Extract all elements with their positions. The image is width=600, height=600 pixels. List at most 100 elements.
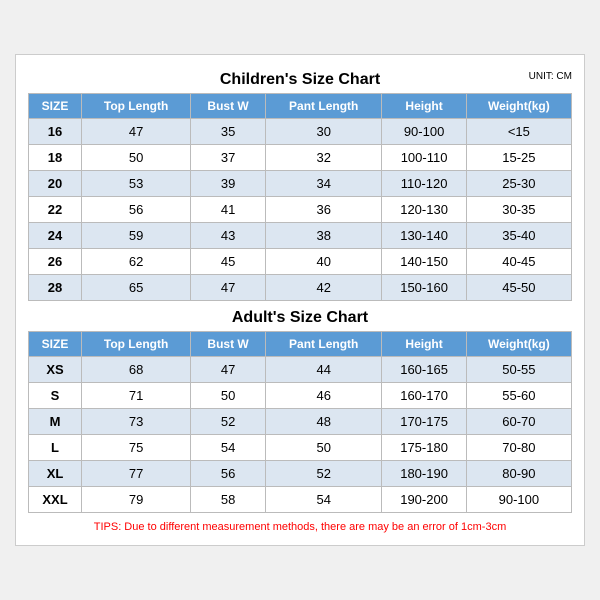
table-cell: 45-50 xyxy=(466,275,571,301)
col-header-top-length: Top Length xyxy=(82,94,191,119)
children-title-text: Children's Size Chart xyxy=(220,71,380,88)
table-cell: 30 xyxy=(265,119,381,145)
table-cell: 32 xyxy=(265,145,381,171)
table-cell: 40-45 xyxy=(466,249,571,275)
table-cell: 77 xyxy=(82,461,191,487)
table-cell: 50 xyxy=(191,383,266,409)
table-row: XS684744160-16550-55 xyxy=(29,357,572,383)
table-cell: 54 xyxy=(265,487,381,513)
table-cell: M xyxy=(29,409,82,435)
table-cell: 54 xyxy=(191,435,266,461)
table-cell: 47 xyxy=(191,275,266,301)
table-cell: 28 xyxy=(29,275,82,301)
table-cell: 175-180 xyxy=(382,435,466,461)
table-row: 22564136120-13030-35 xyxy=(29,197,572,223)
table-row: 24594338130-14035-40 xyxy=(29,223,572,249)
table-row: M735248170-17560-70 xyxy=(29,409,572,435)
table-cell: 58 xyxy=(191,487,266,513)
table-cell: 26 xyxy=(29,249,82,275)
table-cell: XXL xyxy=(29,487,82,513)
table-cell: 18 xyxy=(29,145,82,171)
table-cell: S xyxy=(29,383,82,409)
table-cell: 35-40 xyxy=(466,223,571,249)
children-header-row: SIZE Top Length Bust W Pant Length Heigh… xyxy=(29,94,572,119)
table-cell: 24 xyxy=(29,223,82,249)
col-header-height: Height xyxy=(382,94,466,119)
table-cell: 36 xyxy=(265,197,381,223)
table-cell: 40 xyxy=(265,249,381,275)
table-cell: 43 xyxy=(191,223,266,249)
adult-col-header-top-length: Top Length xyxy=(82,332,191,357)
adult-size-table: SIZE Top Length Bust W Pant Length Heigh… xyxy=(28,331,572,513)
col-header-size: SIZE xyxy=(29,94,82,119)
table-cell: 20 xyxy=(29,171,82,197)
table-row: 18503732100-11015-25 xyxy=(29,145,572,171)
table-cell: 90-100 xyxy=(466,487,571,513)
col-header-weight: Weight(kg) xyxy=(466,94,571,119)
adult-col-header-pant-length: Pant Length xyxy=(265,332,381,357)
table-cell: 150-160 xyxy=(382,275,466,301)
table-cell: 55-60 xyxy=(466,383,571,409)
children-size-table: SIZE Top Length Bust W Pant Length Heigh… xyxy=(28,93,572,301)
table-cell: 100-110 xyxy=(382,145,466,171)
table-row: L755450175-18070-80 xyxy=(29,435,572,461)
table-cell: 46 xyxy=(265,383,381,409)
table-row: 20533934110-12025-30 xyxy=(29,171,572,197)
col-header-bust-w: Bust W xyxy=(191,94,266,119)
table-cell: 52 xyxy=(265,461,381,487)
table-cell: 120-130 xyxy=(382,197,466,223)
table-cell: 170-175 xyxy=(382,409,466,435)
table-cell: 50 xyxy=(82,145,191,171)
table-cell: 22 xyxy=(29,197,82,223)
table-cell: 56 xyxy=(82,197,191,223)
table-row: 28654742150-16045-50 xyxy=(29,275,572,301)
table-cell: 70-80 xyxy=(466,435,571,461)
table-cell: 42 xyxy=(265,275,381,301)
table-cell: 56 xyxy=(191,461,266,487)
table-cell: 52 xyxy=(191,409,266,435)
table-cell: 53 xyxy=(82,171,191,197)
adult-col-header-bust-w: Bust W xyxy=(191,332,266,357)
table-cell: L xyxy=(29,435,82,461)
adult-title: Adult's Size Chart xyxy=(28,301,572,331)
table-cell: 62 xyxy=(82,249,191,275)
table-cell: 110-120 xyxy=(382,171,466,197)
table-cell: 47 xyxy=(191,357,266,383)
table-row: 1647353090-100<15 xyxy=(29,119,572,145)
table-cell: 68 xyxy=(82,357,191,383)
col-header-pant-length: Pant Length xyxy=(265,94,381,119)
table-cell: 41 xyxy=(191,197,266,223)
table-cell: 37 xyxy=(191,145,266,171)
table-cell: 71 xyxy=(82,383,191,409)
table-cell: 65 xyxy=(82,275,191,301)
table-cell: XS xyxy=(29,357,82,383)
table-cell: 75 xyxy=(82,435,191,461)
adult-col-header-size: SIZE xyxy=(29,332,82,357)
adult-col-header-height: Height xyxy=(382,332,466,357)
unit-label: UNIT: CM xyxy=(529,71,572,82)
table-cell: 45 xyxy=(191,249,266,275)
table-cell: 44 xyxy=(265,357,381,383)
table-row: XL775652180-19080-90 xyxy=(29,461,572,487)
table-cell: 47 xyxy=(82,119,191,145)
table-row: S715046160-17055-60 xyxy=(29,383,572,409)
adult-col-header-weight: Weight(kg) xyxy=(466,332,571,357)
table-cell: 190-200 xyxy=(382,487,466,513)
table-cell: 50-55 xyxy=(466,357,571,383)
table-cell: 34 xyxy=(265,171,381,197)
table-cell: 180-190 xyxy=(382,461,466,487)
chart-container: Children's Size Chart UNIT: CM SIZE Top … xyxy=(15,54,585,546)
table-cell: 15-25 xyxy=(466,145,571,171)
table-cell: 160-165 xyxy=(382,357,466,383)
table-cell: 30-35 xyxy=(466,197,571,223)
table-row: 26624540140-15040-45 xyxy=(29,249,572,275)
table-cell: 16 xyxy=(29,119,82,145)
children-title: Children's Size Chart UNIT: CM xyxy=(28,65,572,93)
table-cell: 60-70 xyxy=(466,409,571,435)
table-cell: 140-150 xyxy=(382,249,466,275)
table-cell: 48 xyxy=(265,409,381,435)
adult-header-row: SIZE Top Length Bust W Pant Length Heigh… xyxy=(29,332,572,357)
table-cell: 90-100 xyxy=(382,119,466,145)
table-cell: XL xyxy=(29,461,82,487)
adult-title-text: Adult's Size Chart xyxy=(232,309,368,326)
